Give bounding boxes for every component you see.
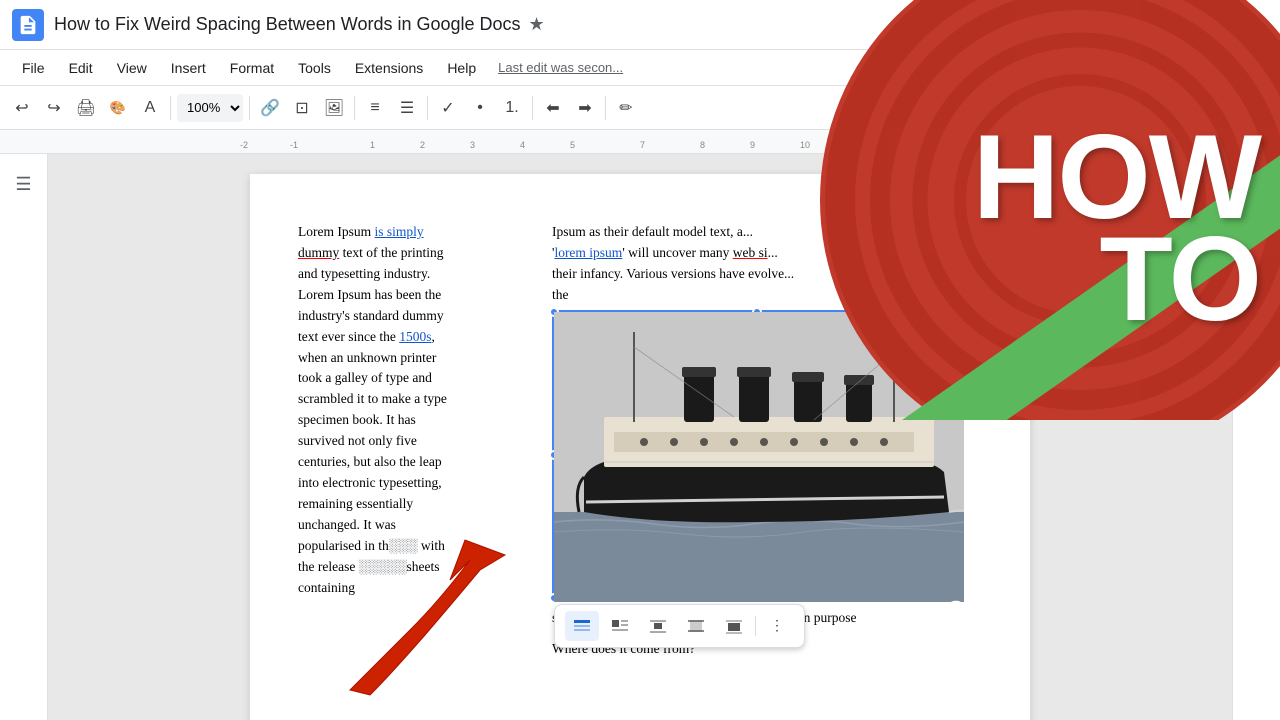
explore-button[interactable]: ⊞	[1239, 166, 1275, 202]
checklist-button[interactable]: ✓	[434, 94, 462, 122]
ruler-mark: 2	[420, 140, 425, 150]
menu-insert[interactable]: Insert	[161, 56, 216, 80]
image-toolbar: ⋮	[554, 604, 805, 648]
numbered-list-button[interactable]: 1.	[498, 94, 526, 122]
title-bar: How to Fix Weird Spacing Between Words i…	[0, 0, 1280, 50]
star-icon[interactable]: ★	[529, 14, 545, 35]
menu-file[interactable]: File	[12, 56, 55, 80]
document-page: Lorem Ipsum is simplydummy text of the p…	[250, 174, 1030, 720]
ruler-mark: 4	[520, 140, 525, 150]
toolbar-separator-3	[354, 96, 355, 120]
menu-format[interactable]: Format	[220, 56, 284, 80]
document-title: How to Fix Weird Spacing Between Words i…	[54, 14, 521, 35]
image-toolbar-separator	[755, 616, 756, 636]
image-more-options-button[interactable]: ⋮	[760, 611, 794, 641]
paint-format-button[interactable]: 🎨	[104, 94, 132, 122]
image-wrap-behind-button[interactable]	[717, 611, 751, 641]
document-outline-button[interactable]: ☰	[6, 166, 42, 202]
ruler-mark: 10	[800, 140, 810, 150]
menu-edit[interactable]: Edit	[59, 56, 103, 80]
toolbar-separator-4	[427, 96, 428, 120]
ruler-mark: -1	[290, 140, 298, 150]
increase-indent-button[interactable]: ➡	[571, 94, 599, 122]
redo-button[interactable]: ↪	[40, 94, 68, 122]
google-docs-icon	[12, 9, 44, 41]
ruler-mark: 8	[700, 140, 705, 150]
ruler-inner: -2 -1 1 2 3 4 5 7 8 9 10	[0, 130, 1280, 153]
toolbar-separator-2	[249, 96, 250, 120]
image-wrap-inline-button[interactable]	[565, 611, 599, 641]
align-button[interactable]: ≡	[361, 94, 389, 122]
insert-link-button[interactable]: 🔗	[256, 94, 284, 122]
ruler-mark: 3	[470, 140, 475, 150]
bullet-list-button[interactable]: •	[466, 94, 494, 122]
right-text-column: Ipsum as their default model text, a... …	[552, 222, 982, 660]
last-edit-status[interactable]: Last edit was secon...	[498, 60, 623, 75]
ruler-mark: -2	[240, 140, 248, 150]
toolbar-separator-5	[532, 96, 533, 120]
menu-view[interactable]: View	[107, 56, 157, 80]
print-button[interactable]: 🖨	[72, 94, 100, 122]
ruler: -2 -1 1 2 3 4 5 7 8 9 10	[0, 130, 1280, 154]
image-wrap-square-button[interactable]	[603, 611, 637, 641]
undo-button[interactable]: ↩	[8, 94, 36, 122]
ruler-mark: 9	[750, 140, 755, 150]
ruler-mark: 1	[370, 140, 375, 150]
decrease-indent-button[interactable]: ⬅	[539, 94, 567, 122]
toolbar-separator-6	[605, 96, 606, 120]
document-area[interactable]: Lorem Ipsum is simplydummy text of the p…	[48, 154, 1232, 720]
lorem-ipsum-text: Lorem Ipsum is simplydummy text of the p…	[298, 224, 447, 595]
image-wrap-break-button[interactable]	[679, 611, 713, 641]
image-wrap-text-button[interactable]	[641, 611, 675, 641]
main-area: ☰ Lorem Ipsum is simplydummy text of the…	[0, 154, 1280, 720]
menu-bar: File Edit View Insert Format Tools Exten…	[0, 50, 1280, 86]
ruler-mark: 7	[640, 140, 645, 150]
toolbar-separator-1	[170, 96, 171, 120]
ship-image	[554, 312, 964, 602]
line-spacing-button[interactable]: ☰	[393, 94, 421, 122]
left-text-column: Lorem Ipsum is simplydummy text of the p…	[298, 222, 528, 660]
feedback-button[interactable]: ✎	[1239, 246, 1275, 282]
insert-comment-button[interactable]: ⊡	[288, 94, 316, 122]
menu-help[interactable]: Help	[437, 56, 486, 80]
insert-image-button[interactable]: 🖼	[320, 94, 348, 122]
right-sidebar: ⊞ ☺ ✎	[1232, 154, 1280, 720]
zoom-selector[interactable]: 100%	[177, 94, 243, 122]
emoji-button[interactable]: ☺	[1239, 206, 1275, 242]
text-columns: Lorem Ipsum is simplydummy text of the p…	[298, 222, 982, 660]
menu-tools[interactable]: Tools	[288, 56, 341, 80]
menu-extensions[interactable]: Extensions	[345, 56, 433, 80]
toolbar: ↩ ↪ 🖨 🎨 A 100% 🔗 ⊡ 🖼 ≡ ☰ ✓ • 1. ⬅ ➡ ✏	[0, 86, 1280, 130]
right-column-top: Ipsum as their default model text, a... …	[552, 222, 982, 306]
highlight-button[interactable]: ✏	[612, 94, 640, 122]
ruler-mark: 5	[570, 140, 575, 150]
left-sidebar: ☰	[0, 154, 48, 720]
image-container[interactable]: ⋮	[552, 310, 962, 600]
spell-check-button[interactable]: A	[136, 94, 164, 122]
